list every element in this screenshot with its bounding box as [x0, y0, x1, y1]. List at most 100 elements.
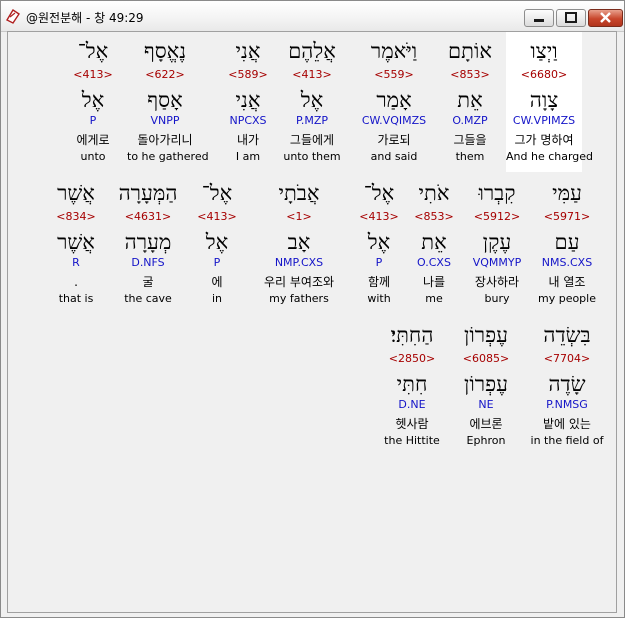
maximize-button[interactable] — [556, 9, 586, 27]
parsing-code: O.MZP — [452, 114, 488, 127]
minimize-button[interactable] — [524, 9, 554, 27]
minimize-icon — [534, 19, 544, 22]
korean-gloss: 내 열조 — [548, 275, 586, 289]
korean-gloss: 가로되 — [377, 133, 411, 147]
word-cell[interactable]: בִּשְׂדֵה <7704> שָׂדֶה P.NMSG 밭에 있는 in … — [526, 316, 608, 456]
lexical-form: אֶל — [81, 88, 105, 112]
word-cell[interactable]: אֶל־ <413> אֶל P 에 in — [179, 174, 255, 314]
hebrew-word: וַיֹּאמֶר — [370, 39, 418, 63]
english-gloss: in the field of — [530, 434, 604, 447]
application-window: @원전분해 - 창 49:29 וַיְצַו <6680> צָוָה CW.… — [0, 0, 625, 618]
strongs-number: <413> — [197, 210, 237, 223]
english-gloss: them — [455, 150, 485, 163]
hebrew-word: בִּשְׂדֵה — [543, 323, 591, 347]
english-gloss: And he charged — [506, 150, 594, 163]
lexical-form: מְעָרָה — [124, 230, 172, 254]
strongs-number: <589> — [228, 68, 268, 81]
lexical-form: עַם — [554, 230, 580, 254]
english-gloss: to he gathered — [127, 150, 209, 163]
korean-gloss: 밭에 있는 — [543, 417, 591, 431]
korean-gloss: 우리 부여조와 — [263, 275, 335, 289]
hebrew-word: אוֹתָם — [448, 39, 492, 63]
english-gloss: unto — [80, 150, 106, 163]
korean-gloss: 에 — [211, 275, 223, 289]
lexical-form: אֶל — [205, 230, 229, 254]
korean-gloss: 돌아가리니 — [137, 133, 193, 147]
lexical-form: אֲשֶׁר — [57, 230, 95, 254]
korean-gloss: 그가 명하여 — [514, 133, 574, 147]
hebrew-word: אֲשֶׁר — [57, 181, 95, 205]
strongs-number: <853> — [450, 68, 490, 81]
lexical-form: עֶפְרוֹן — [464, 372, 508, 396]
lexical-form: אֲנִי — [235, 88, 261, 112]
hebrew-word: הַחִתִּי׃ — [390, 323, 434, 347]
hebrew-word: וַיְצַו — [530, 39, 558, 63]
strongs-number: <4631> — [124, 210, 172, 223]
interlinear-panel: וַיְצַו <6680> צָוָה CW.VPIMZS 그가 명하여 An… — [7, 31, 617, 613]
word-cell[interactable]: הַמְּעָרָה <4631> מְעָרָה D.NFS 굴 the ca… — [110, 174, 186, 314]
parsing-code: D.NE — [398, 398, 426, 411]
english-gloss: the Hittite — [384, 434, 440, 447]
app-icon — [5, 8, 21, 24]
word-cell[interactable]: עֶפְרוֹן <6085> עֶפְרוֹן NE 에브론 Ephron — [448, 316, 524, 456]
english-gloss: my people — [537, 292, 596, 305]
english-gloss: my fathers — [269, 292, 329, 305]
lexical-form: אָסַף — [147, 88, 183, 112]
hebrew-word: אֶל־ — [201, 181, 233, 205]
word-cell[interactable]: אֲבֹתָי <1> אָב NMP.CXS 우리 부여조와 my fathe… — [244, 174, 354, 314]
close-button[interactable] — [588, 9, 623, 27]
parsing-code: P — [213, 256, 221, 269]
word-cell[interactable]: עַמִּי <5971> עַם NMS.CXS 내 열조 my people — [529, 174, 605, 314]
english-gloss: and said — [370, 150, 418, 163]
parsing-code: R — [72, 256, 80, 269]
word-cell[interactable]: וַיְצַו <6680> צָוָה CW.VPIMZS 그가 명하여 An… — [506, 32, 594, 172]
hebrew-word: עֶפְרוֹן — [464, 323, 508, 347]
korean-gloss: 내가 — [236, 133, 260, 147]
strongs-number: <413> — [73, 68, 113, 81]
korean-gloss: 헷사람 — [395, 417, 429, 431]
korean-gloss: 에게로 — [76, 133, 110, 147]
english-gloss: in — [211, 292, 223, 305]
lexical-form: אָב — [287, 230, 311, 254]
english-gloss: I am — [235, 150, 261, 163]
hebrew-word: אֲבֹתָי — [278, 181, 320, 205]
lexical-form: אֵת — [457, 88, 483, 112]
close-icon — [600, 12, 611, 23]
strongs-number: <1> — [286, 210, 312, 223]
maximize-icon — [565, 12, 577, 23]
parsing-code: VNPP — [150, 114, 180, 127]
word-cell[interactable]: וַיֹּאמֶר <559> אָמַר CW.VQIMZS 가로되 and … — [356, 32, 432, 172]
lexical-form: חִתִּי — [396, 372, 428, 396]
strongs-number: <559> — [374, 68, 414, 81]
word-cell[interactable]: נֶאֱסָף <622> אָסַף VNPP 돌아가리니 to he gat… — [127, 32, 209, 172]
lexical-form: אָמַר — [376, 88, 412, 112]
strongs-number: <7704> — [543, 352, 591, 365]
word-cell[interactable]: הַחִתִּי׃ <2850> חִתִּי D.NE 헷사람 the Hit… — [374, 316, 450, 456]
parsing-code: P.NMSG — [546, 398, 588, 411]
window-title: @원전분해 - 창 49:29 — [26, 11, 144, 25]
korean-gloss: 굴 — [142, 275, 154, 289]
word-cell[interactable]: אוֹתָם <853> אֵת O.MZP 그들을 them — [432, 32, 508, 172]
english-gloss: that is — [58, 292, 94, 305]
hebrew-word: אֲנִי — [235, 39, 261, 63]
strongs-number: <834> — [56, 210, 96, 223]
strongs-number: <6680> — [520, 68, 568, 81]
lexical-form: צָוָה — [529, 88, 559, 112]
title-bar[interactable]: @원전분해 - 창 49:29 — [1, 1, 624, 32]
word-cell[interactable]: אֶל־ <413> אֶל P 에게로 unto — [55, 32, 131, 172]
hebrew-word: נֶאֱסָף — [143, 39, 187, 63]
strongs-number: <6085> — [462, 352, 510, 365]
lexical-form: שָׂדֶה — [548, 372, 586, 396]
parsing-code: CW.VQIMZS — [361, 114, 427, 127]
parsing-code: CW.VPIMZS — [512, 114, 576, 127]
english-gloss: the cave — [124, 292, 172, 305]
parsing-code: NE — [478, 398, 494, 411]
hebrew-word: עַמִּי — [552, 181, 582, 205]
hebrew-word: אֶל־ — [77, 39, 109, 63]
parsing-code: NMS.CXS — [541, 256, 593, 269]
parsing-code: D.NFS — [131, 256, 165, 269]
word-cell[interactable]: אֲנִי <589> אֲנִי NPCXS 내가 I am — [210, 32, 286, 172]
english-gloss: Ephron — [466, 434, 506, 447]
word-cell[interactable]: אֲשֶׁר <834> אֲשֶׁר R . that is — [38, 174, 114, 314]
korean-gloss: . — [74, 275, 78, 289]
